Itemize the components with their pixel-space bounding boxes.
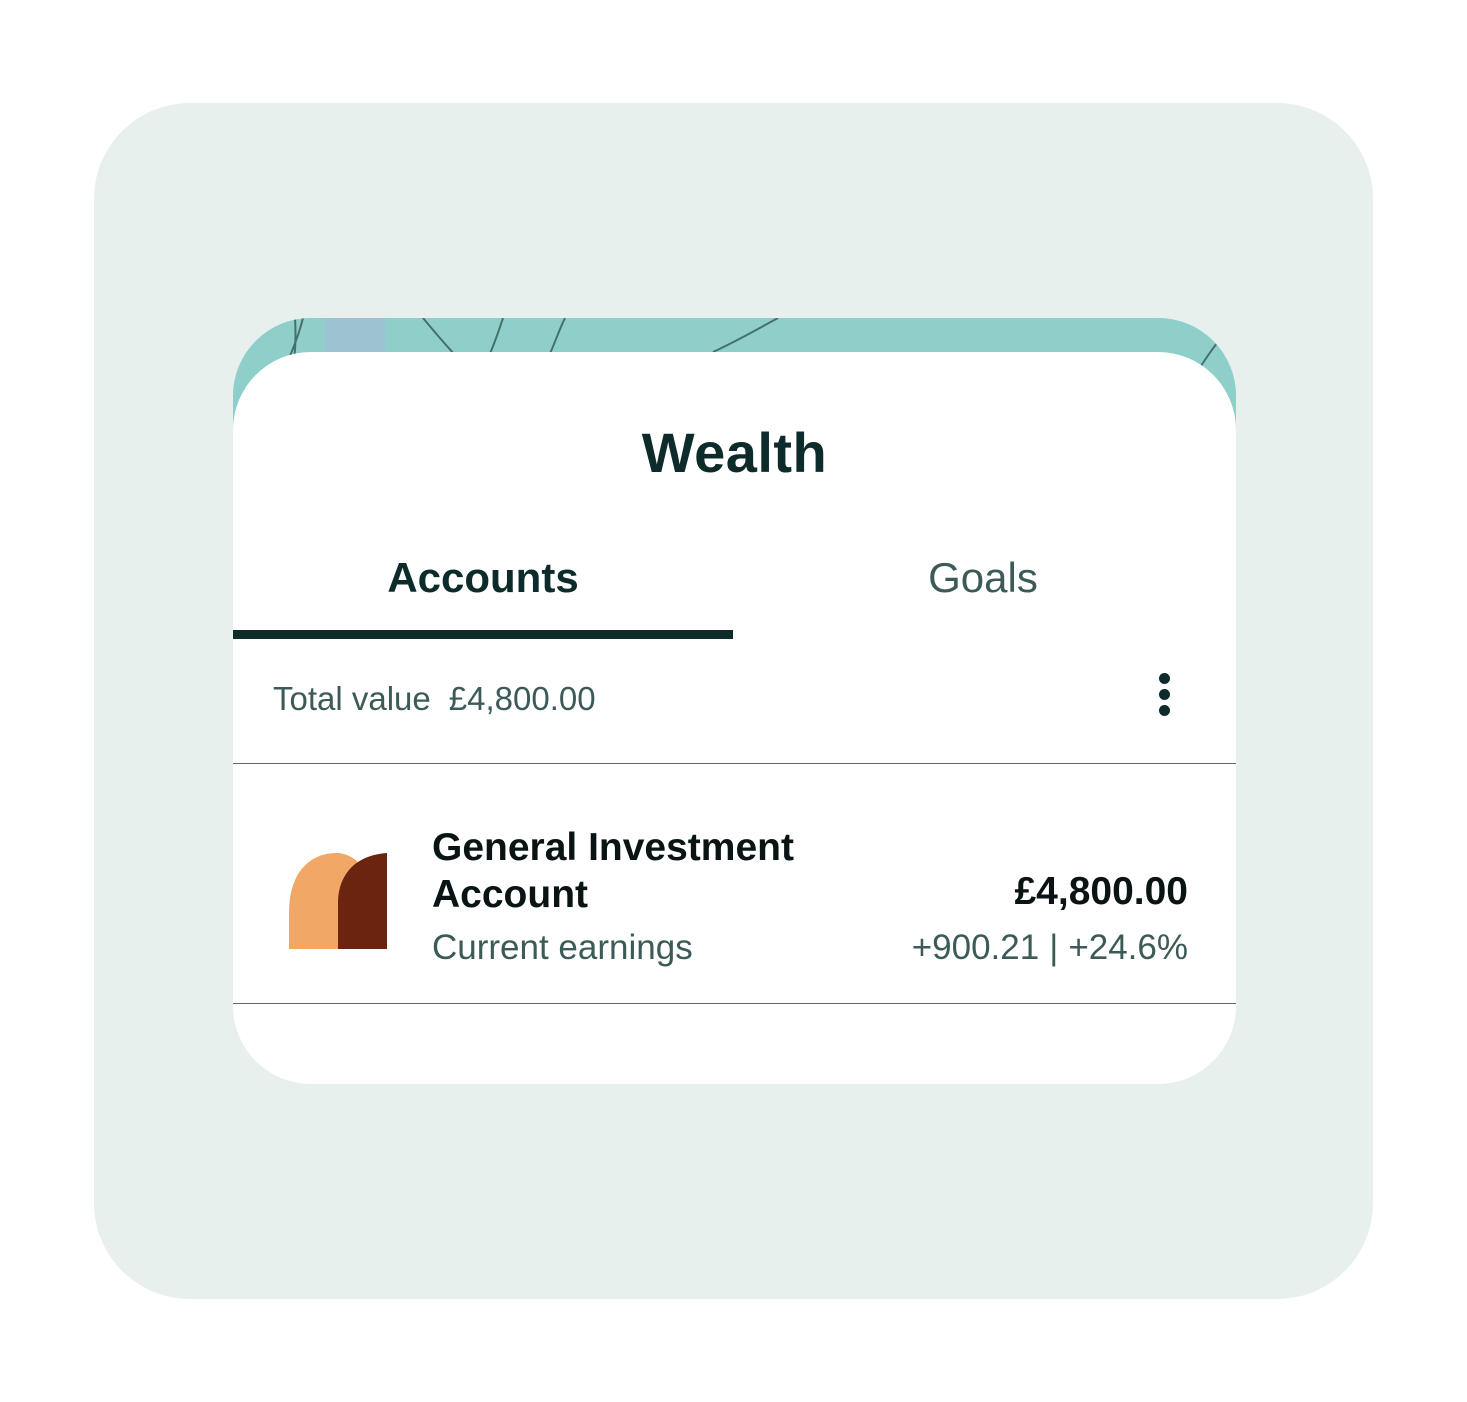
earnings-amount: +900.21 [911,928,1040,967]
tab-goals[interactable]: Goals [733,554,1233,602]
earnings-separator: | [1049,928,1059,967]
more-dot [1159,689,1170,700]
more-dot [1159,673,1170,684]
earnings-label: Current earnings [432,928,693,967]
total-value-label: Total value [273,680,431,717]
tab-accounts[interactable]: Accounts [233,554,733,602]
earnings-percent: +24.6% [1068,928,1188,967]
investment-account-logo-icon [289,853,387,949]
account-list-item[interactable]: General Investment Account Current earni… [233,764,1236,1002]
active-tab-indicator [233,630,733,639]
earnings-value: +900.21 | +24.6% [912,928,1188,968]
divider-bottom [233,1003,1236,1004]
more-dot [1159,705,1170,716]
account-value: £4,800.00 [1014,870,1188,913]
wealth-sheet: Wealth Accounts Goals Total value £4,800.… [233,352,1236,1084]
account-name: General Investment Account [432,826,794,916]
total-value-amount: £4,800.00 [448,680,596,717]
wealth-card: Wealth Accounts Goals Total value £4,800.… [233,318,1236,1084]
more-vertical-icon[interactable] [1145,670,1185,718]
page-title: Wealth [641,421,828,484]
total-value-row: Total value £4,800.00 [273,680,596,718]
